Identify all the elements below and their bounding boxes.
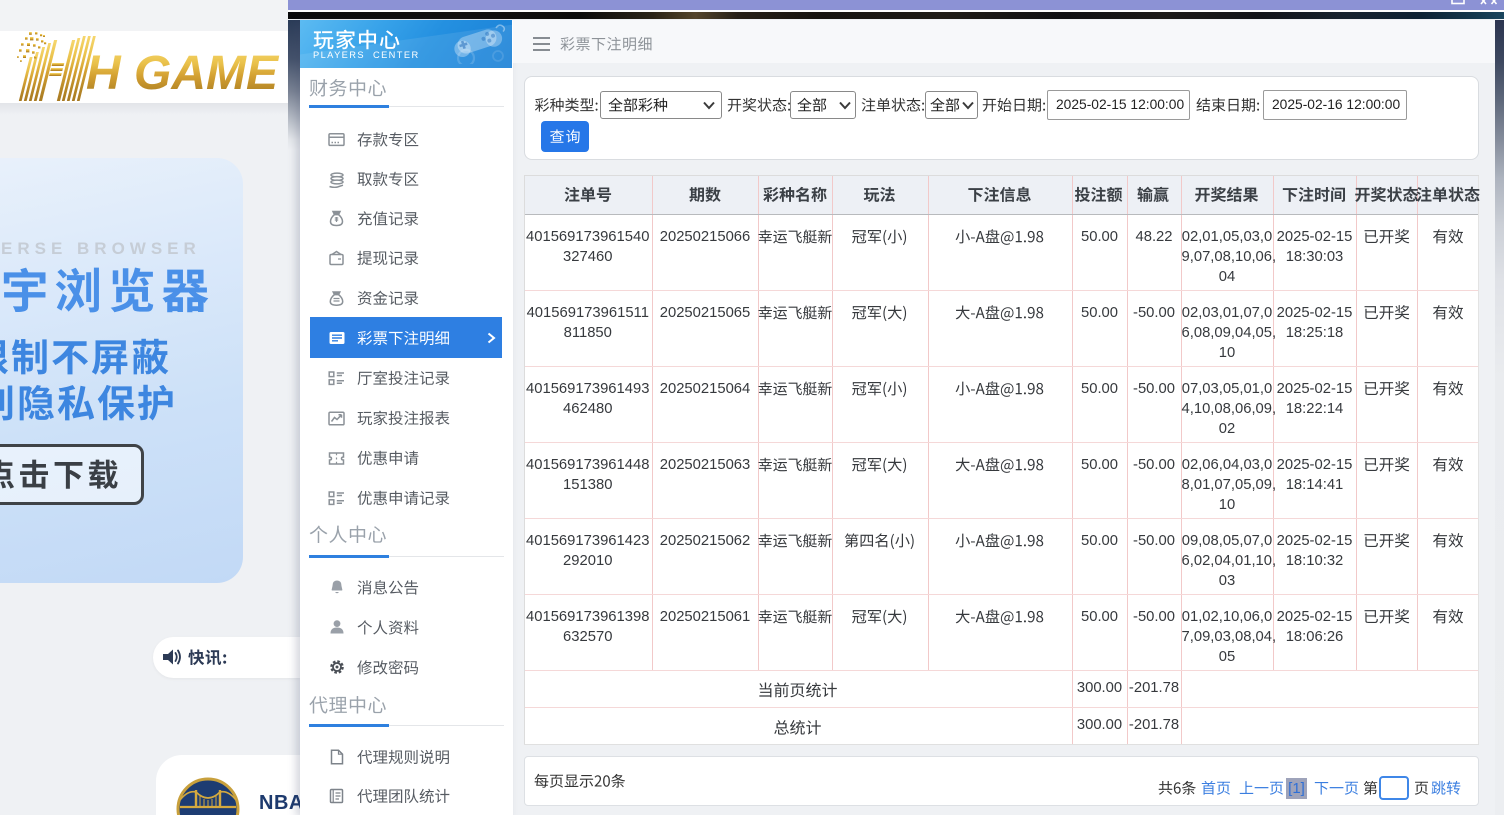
svg-text:H GAME: H GAME (86, 47, 280, 100)
